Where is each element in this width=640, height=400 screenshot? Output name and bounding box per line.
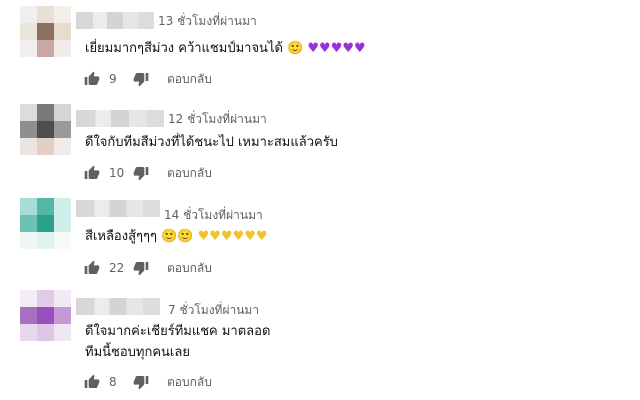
reply-button[interactable]: ตอบกลับ: [167, 70, 212, 89]
thumb-down-icon[interactable]: [133, 260, 149, 276]
thumb-up-icon[interactable]: [84, 260, 100, 276]
thumb-down-icon[interactable]: [133, 165, 149, 181]
author-name-blurred[interactable]: [76, 298, 160, 315]
thumb-down-icon[interactable]: [133, 71, 149, 87]
avatar[interactable]: [20, 198, 71, 249]
comment-text: เยี่ยมมากๆสีม่วง คว้าแชมป์มาจนได้ 🙂 ♥♥♥♥…: [85, 38, 366, 59]
comment-line: ดีใจมากค่ะเชียร์ทีมแชค มาตลอด: [85, 324, 271, 339]
avatar[interactable]: [20, 104, 71, 155]
comment-time[interactable]: 7 ชั่วโมงที่ผ่านมา: [168, 301, 259, 320]
smiley-emoji: 🙂🙂: [161, 229, 194, 244]
yellow-hearts-emoji: ♥♥♥♥♥♥: [197, 229, 268, 244]
purple-hearts-emoji: ♥♥♥♥♥: [307, 41, 366, 56]
comment-actions: 10 ตอบกลับ: [84, 164, 212, 182]
reply-button[interactable]: ตอบกลับ: [167, 259, 212, 278]
comment-time[interactable]: 13 ชั่วโมงที่ผ่านมา: [158, 12, 257, 31]
author-name-blurred[interactable]: [76, 12, 154, 29]
like-count: 9: [109, 72, 117, 86]
comment-text: ดีใจกับทีมสีม่วงที่ได้ชนะไป เหมาะสมแล้วค…: [85, 132, 338, 153]
comment-line: ทีมนี้ชอบทุกคนเลย: [85, 345, 190, 360]
thumb-up-icon[interactable]: [84, 165, 100, 181]
author-name-blurred[interactable]: [76, 110, 164, 127]
comment-time[interactable]: 12 ชั่วโมงที่ผ่านมา: [168, 110, 267, 129]
thumb-up-icon[interactable]: [84, 374, 100, 390]
comment-line: ดีใจกับทีมสีม่วงที่ได้ชนะไป เหมาะสมแล้วค…: [85, 135, 338, 150]
smiley-emoji: 🙂: [287, 41, 304, 56]
thumb-down-icon[interactable]: [133, 374, 149, 390]
comment-actions: 22 ตอบกลับ: [84, 259, 212, 277]
thumb-up-icon[interactable]: [84, 71, 100, 87]
comment-line: สีเหลืองสู้ๆๆๆ: [85, 229, 157, 244]
avatar[interactable]: [20, 290, 71, 341]
author-name-blurred[interactable]: [76, 200, 160, 217]
comment-line: เยี่ยมมากๆสีม่วง คว้าแชมป์มาจนได้: [85, 41, 283, 56]
like-count: 22: [109, 261, 125, 275]
comment-time[interactable]: 14 ชั่วโมงที่ผ่านมา: [164, 206, 263, 225]
comment-actions: 9 ตอบกลับ: [84, 70, 212, 88]
reply-button[interactable]: ตอบกลับ: [167, 164, 212, 183]
like-count: 10: [109, 166, 125, 180]
comment-text: สีเหลืองสู้ๆๆๆ 🙂🙂 ♥♥♥♥♥♥: [85, 226, 268, 247]
comment-text: ดีใจมากค่ะเชียร์ทีมแชค มาตลอด ทีมนี้ชอบท…: [85, 321, 270, 363]
avatar[interactable]: [20, 6, 71, 57]
like-count: 8: [109, 375, 117, 389]
comment-actions: 8 ตอบกลับ: [84, 373, 212, 391]
reply-button[interactable]: ตอบกลับ: [167, 373, 212, 392]
